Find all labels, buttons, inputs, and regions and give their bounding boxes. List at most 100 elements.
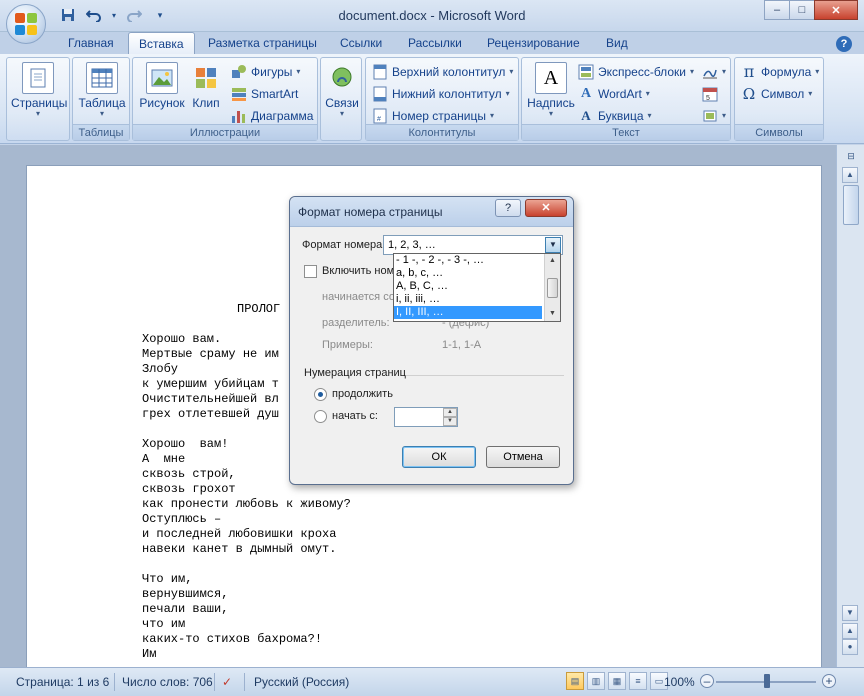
document-line: Хорошо вам.: [142, 332, 222, 346]
prev-page-button[interactable]: ▲: [842, 623, 858, 639]
clip-button[interactable]: Клип: [185, 62, 227, 122]
view-buttons: ▤ ▥ ▦ ≡ ▭: [566, 672, 668, 690]
document-line: навеки канет в дымный омут.: [142, 542, 337, 556]
scroll-up-icon[interactable]: ▲: [545, 254, 560, 268]
links-button[interactable]: Связи ▾: [315, 62, 369, 122]
svg-text:5: 5: [706, 95, 710, 102]
outline-icon[interactable]: ≡: [629, 672, 647, 690]
tab-view[interactable]: Вид: [596, 32, 638, 54]
tab-home[interactable]: Главная: [58, 32, 124, 54]
dropdown-option[interactable]: I, II, III, …: [394, 306, 542, 319]
document-line: печали ваши,: [142, 602, 229, 616]
word-count[interactable]: Число слов: 706: [122, 675, 213, 689]
document-line: к умершим убийцам т: [142, 377, 279, 391]
tab-mailings[interactable]: Рассылки: [398, 32, 472, 54]
dropdown-scrollbar[interactable]: ▲ ▼: [544, 254, 560, 321]
picture-button[interactable]: Рисунок: [135, 62, 189, 122]
dialog-close-button[interactable]: ✕: [525, 199, 567, 217]
textbox-button[interactable]: A Надпись ▾: [524, 62, 578, 122]
page-icon: [22, 62, 54, 94]
smartart-button[interactable]: SmartArt: [231, 84, 298, 104]
dropdown-option[interactable]: - 1 -, - 2 -, - 3 -, …: [394, 254, 542, 267]
web-layout-icon[interactable]: ▦: [608, 672, 626, 690]
help-icon[interactable]: ?: [836, 36, 852, 52]
window-title: document.docx - Microsoft Word: [338, 8, 526, 23]
dropcap-button[interactable]: A Буквица ▾: [578, 106, 651, 126]
browse-object-button[interactable]: ●: [842, 639, 858, 655]
document-line: Злобу: [142, 362, 179, 376]
scroll-thumb[interactable]: [843, 185, 859, 225]
dropdown-scroll-thumb[interactable]: [547, 278, 558, 298]
shapes-button[interactable]: Фигуры ▾: [231, 62, 300, 82]
dropdown-option[interactable]: A, B, C, …: [394, 280, 542, 293]
zoom-slider-thumb[interactable]: [764, 674, 770, 688]
group-label-text: Текст: [522, 124, 730, 140]
scroll-down-button[interactable]: ▼: [842, 605, 858, 621]
continue-radio[interactable]: [314, 388, 327, 401]
pages-button[interactable]: Страницы ▾: [11, 62, 67, 122]
spin-up-icon[interactable]: ▲: [443, 408, 457, 417]
examples-value: 1-1, 1-A: [442, 339, 482, 351]
wordart-icon: A: [580, 86, 592, 101]
tab-references[interactable]: Ссылки: [330, 32, 392, 54]
bar-chart-icon: [231, 108, 247, 124]
table-icon: [86, 62, 118, 94]
zoom-out-button[interactable]: –: [700, 674, 714, 688]
start-at-radio[interactable]: [314, 410, 327, 423]
page-number-button[interactable]: # Номер страницы ▾: [372, 106, 494, 126]
picture-icon: [146, 62, 178, 94]
scroll-up-button[interactable]: ▲: [842, 167, 858, 183]
office-logo-icon: [15, 13, 37, 35]
format-label: Формат номера:: [302, 239, 386, 251]
group-tables: Таблица ▾ Таблицы: [72, 57, 130, 141]
group-links: Связи ▾: [320, 57, 362, 141]
page-count[interactable]: Страница: 1 из 6: [16, 675, 109, 689]
close-button[interactable]: ✕: [814, 0, 858, 20]
spellcheck-icon[interactable]: ✓: [222, 675, 232, 689]
format-dropdown-list[interactable]: - 1 -, - 2 -, - 3 -, … a, b, c, … A, B, C,…: [393, 253, 561, 322]
chart-button[interactable]: Диаграмма: [231, 106, 313, 126]
dropdown-option[interactable]: a, b, c, …: [394, 267, 542, 280]
maximize-button[interactable]: □: [789, 0, 815, 20]
tab-page-layout[interactable]: Разметка страницы: [198, 32, 327, 54]
zoom-in-button[interactable]: +: [822, 674, 836, 688]
symbol-button[interactable]: Ω Символ ▾: [741, 84, 813, 104]
format-select[interactable]: 1, 2, 3, … ▼: [383, 235, 563, 255]
date-time-button[interactable]: 5: [702, 84, 718, 104]
spin-down-icon[interactable]: ▼: [443, 417, 457, 426]
group-illustrations: Рисунок Клип Фигуры ▾ SmartArt Диаграмма …: [132, 57, 318, 141]
tab-review[interactable]: Рецензирование: [477, 32, 590, 54]
print-layout-icon[interactable]: ▤: [566, 672, 584, 690]
full-screen-reading-icon[interactable]: ▥: [587, 672, 605, 690]
scroll-down-icon[interactable]: ▼: [545, 307, 560, 321]
start-at-spinner[interactable]: ▲ ▼: [443, 408, 457, 426]
cancel-button[interactable]: Отмена: [486, 446, 560, 468]
quickparts-button[interactable]: Экспресс-блоки ▾: [578, 62, 694, 82]
dropdown-option[interactable]: i, ii, iii, …: [394, 293, 542, 306]
ok-button[interactable]: ОК: [402, 446, 476, 468]
page-number-format-dialog: Формат номера страницы ? ✕ Формат номера…: [289, 196, 574, 485]
table-button[interactable]: Таблица ▾: [75, 62, 129, 122]
start-at-input[interactable]: ▲ ▼: [394, 407, 458, 427]
document-line: сквозь грохот: [142, 482, 236, 496]
dialog-help-button[interactable]: ?: [495, 199, 521, 217]
language-indicator[interactable]: Русский (Россия): [254, 675, 349, 689]
equation-button[interactable]: π Формула ▾: [741, 62, 820, 82]
ruler-toggle-icon[interactable]: ⊟: [843, 151, 859, 167]
group-label-symbols: Символы: [735, 124, 823, 140]
vertical-scrollbar[interactable]: ⊟ ▲ ▼ ▲ ●: [836, 145, 864, 667]
office-button[interactable]: [6, 4, 46, 44]
signature-line-button[interactable]: ▾: [702, 62, 726, 82]
include-chapter-checkbox[interactable]: [304, 265, 317, 278]
tab-insert[interactable]: Вставка: [128, 32, 195, 55]
header-button[interactable]: Верхний колонтитул ▾: [372, 62, 513, 82]
zoom-level[interactable]: 100%: [664, 675, 695, 689]
window-controls: – □ ✕: [764, 0, 858, 20]
footer-button[interactable]: Нижний колонтитул ▾: [372, 84, 510, 104]
wordart-button[interactable]: A WordArt ▾: [578, 84, 650, 104]
minimize-button[interactable]: –: [764, 0, 790, 20]
object-button[interactable]: ▾: [702, 106, 726, 126]
document-line: Мертвые сраму не им: [142, 347, 279, 361]
group-label-tables: Таблицы: [73, 124, 129, 140]
chevron-down-icon[interactable]: ▼: [545, 237, 561, 253]
